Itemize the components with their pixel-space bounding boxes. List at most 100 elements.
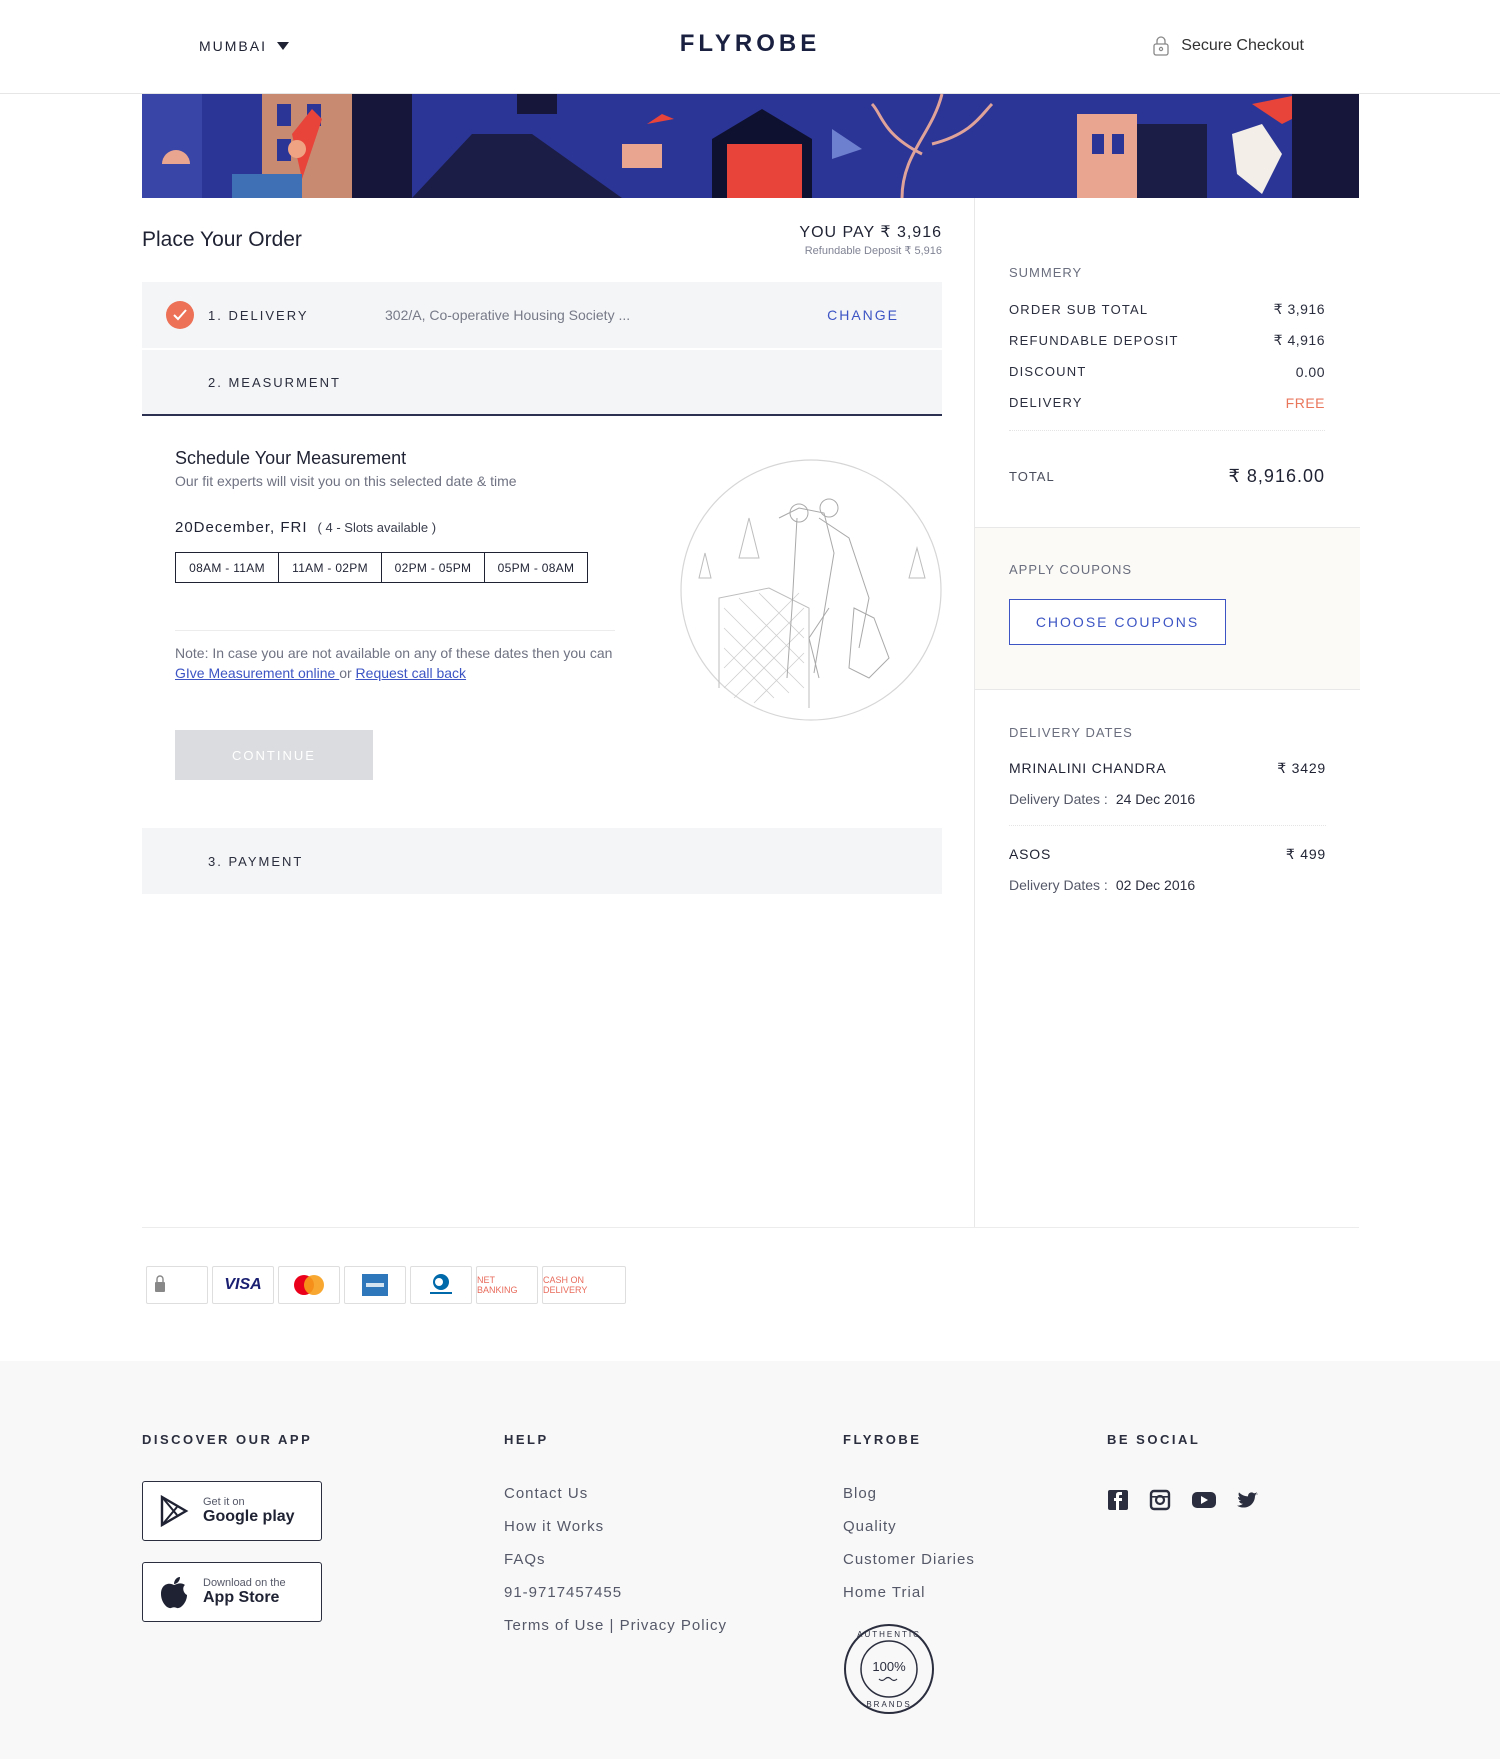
availability-note: Note: In case you are not available on a… [175, 630, 615, 683]
summary-row-value: ₹ 4,916 [1273, 332, 1325, 348]
google-play-big: Google play [203, 1508, 295, 1525]
ssl-icon [146, 1266, 208, 1304]
footer-flyrobe-heading: FLYROBE [843, 1432, 922, 1447]
footer-link-terms[interactable]: Terms of Use | Privacy Policy [504, 1617, 727, 1634]
summary-row-label: ORDER SUB TOTAL [1009, 302, 1149, 317]
google-play-button[interactable]: Get it on Google play [142, 1481, 322, 1541]
facebook-icon[interactable] [1107, 1489, 1129, 1511]
delivery-free-value: FREE [1285, 394, 1325, 411]
delivery-date-item: ASOS ₹ 499 Delivery Dates : 02 Dec 2016 [1009, 826, 1326, 911]
content-divider [142, 1227, 1359, 1228]
time-slots: 08AM - 11AM 11AM - 02PM 02PM - 05PM 05PM… [175, 552, 615, 583]
continue-button[interactable]: CONTINUE [175, 730, 373, 780]
step-payment[interactable]: 3. PAYMENT [142, 828, 942, 894]
summary-row: DELIVERY FREE [1009, 387, 1325, 418]
amex-icon [344, 1266, 406, 1304]
app-store-button[interactable]: Download on the App Store [142, 1562, 322, 1622]
footer-link-customer-diaries[interactable]: Customer Diaries [843, 1551, 975, 1568]
delivery-date-label: Delivery Dates : [1009, 877, 1108, 893]
delivery-date-item: MRINALINI CHANDRA ₹ 3429 Delivery Dates … [1009, 740, 1326, 826]
summary-row-label: REFUNDABLE DEPOSIT [1009, 333, 1179, 348]
total-label: TOTAL [1009, 469, 1055, 484]
choose-coupons-button[interactable]: CHOOSE COUPONS [1009, 599, 1226, 645]
request-callback-link[interactable]: Request call back [356, 665, 467, 681]
step-measurement[interactable]: 2. MEASURMENT [142, 350, 942, 416]
step-payment-label: 3. PAYMENT [208, 853, 304, 869]
footer-help-heading: HELP [504, 1432, 549, 1447]
summary-row-value: ₹ 3,916 [1273, 301, 1325, 317]
social-icons [1107, 1489, 1259, 1511]
instagram-icon[interactable] [1149, 1489, 1171, 1511]
footer-link-home-trial[interactable]: Home Trial [843, 1584, 975, 1601]
footer-social-heading: BE SOCIAL [1107, 1432, 1201, 1447]
schedule-section: Schedule Your Measurement Our fit expert… [175, 448, 615, 583]
footer: DISCOVER OUR APP Get it on Google play D… [0, 1361, 1500, 1759]
summary-row: REFUNDABLE DEPOSIT ₹ 4,916 [1009, 325, 1325, 356]
secure-checkout-label: Secure Checkout [1181, 37, 1304, 54]
footer-link-blog[interactable]: Blog [843, 1485, 975, 1502]
coupon-section: APPLY COUPONS CHOOSE COUPONS [975, 527, 1360, 690]
cash-on-delivery-icon: CASH ON DELIVERY [542, 1266, 626, 1304]
footer-link-phone[interactable]: 91-9717457455 [504, 1584, 727, 1601]
measurement-illustration [680, 459, 942, 721]
net-banking-icon: NET BANKING [476, 1266, 538, 1304]
app-store-small: Download on the [203, 1577, 286, 1589]
summary-row: DISCOUNT 0.00 [1009, 356, 1325, 387]
schedule-date: 20December, FRI [175, 519, 308, 536]
delivery-date-label: Delivery Dates : [1009, 791, 1108, 807]
brand-price: ₹ 3429 [1277, 760, 1326, 776]
brand-name: MRINALINI CHANDRA [1009, 760, 1167, 776]
you-pay-amount: YOU PAY ₹ 3,916 [799, 224, 942, 241]
time-slot[interactable]: 11AM - 02PM [278, 552, 382, 583]
apple-icon [161, 1577, 187, 1609]
app-store-big: App Store [203, 1589, 280, 1606]
visa-icon: VISA [212, 1266, 274, 1304]
summary-block: SUMMERY ORDER SUB TOTAL ₹ 3,916 REFUNDAB… [975, 198, 1359, 496]
slots-available: ( 4 - Slots available ) [317, 520, 437, 535]
step-delivery-label: 1. DELIVERY [208, 307, 309, 323]
footer-link-contact[interactable]: Contact Us [504, 1485, 727, 1502]
summary-row-value: 0.00 [1295, 363, 1325, 380]
time-slot[interactable]: 08AM - 11AM [175, 552, 279, 583]
schedule-title: Schedule Your Measurement [175, 448, 407, 468]
step-measurement-label: 2. MEASURMENT [208, 374, 341, 390]
check-icon [166, 301, 194, 329]
footer-help-column: HELP Contact Us How it Works FAQs 91-971… [504, 1432, 727, 1634]
change-delivery-button[interactable]: CHANGE [827, 307, 899, 323]
banner-illustration [142, 94, 1359, 198]
coupon-heading: APPLY COUPONS [1009, 562, 1133, 577]
mastercard-icon [278, 1266, 340, 1304]
twitter-icon[interactable] [1237, 1489, 1259, 1511]
summary-row-label: DISCOUNT [1009, 364, 1087, 379]
footer-link-faqs[interactable]: FAQs [504, 1551, 727, 1568]
time-slot[interactable]: 05PM - 08AM [484, 552, 588, 583]
diners-icon [410, 1266, 472, 1304]
order-summary-sidebar: SUMMERY ORDER SUB TOTAL ₹ 3,916 REFUNDAB… [974, 198, 1360, 1228]
header: MUMBAI FLYROBE Secure Checkout [0, 0, 1500, 94]
lock-icon [1153, 36, 1169, 56]
secure-checkout: Secure Checkout [1153, 36, 1304, 56]
authentic-brands-badge: 100% AUTHENTIC BRANDS [844, 1624, 934, 1714]
footer-app-column: DISCOVER OUR APP Get it on Google play D… [142, 1432, 322, 1622]
delivery-dates-section: DELIVERY DATES MRINALINI CHANDRA ₹ 3429 … [975, 725, 1360, 911]
summary-heading: SUMMERY [1009, 265, 1083, 280]
note-text: Note: In case you are not available on a… [175, 645, 613, 661]
summary-row-label: DELIVERY [1009, 395, 1083, 410]
footer-link-quality[interactable]: Quality [843, 1518, 975, 1535]
footer-social-column: BE SOCIAL [1107, 1432, 1259, 1511]
schedule-date-line: 20December, FRI ( 4 - Slots available ) [175, 519, 615, 536]
time-slot[interactable]: 02PM - 05PM [381, 552, 485, 583]
summary-row: ORDER SUB TOTAL ₹ 3,916 [1009, 294, 1325, 325]
brand-name: ASOS [1009, 846, 1052, 862]
google-play-icon [160, 1495, 189, 1527]
payment-methods: VISA NET BANKING CASH ON DELIVERY [146, 1266, 626, 1304]
delivery-date-value: 02 Dec 2016 [1115, 877, 1196, 893]
measurement-online-link[interactable]: GIve Measurement online [175, 665, 339, 681]
delivery-address: 302/A, Co-operative Housing Society ... [385, 307, 631, 323]
delivery-date-value: 24 Dec 2016 [1115, 791, 1196, 807]
youtube-icon[interactable] [1191, 1489, 1217, 1511]
step-delivery[interactable]: 1. DELIVERY 302/A, Co-operative Housing … [142, 282, 942, 348]
footer-link-how-it-works[interactable]: How it Works [504, 1518, 727, 1535]
total-row: TOTAL ₹ 8,916.00 [1009, 430, 1325, 496]
badge-top-text: AUTHENTIC [857, 1630, 921, 1639]
